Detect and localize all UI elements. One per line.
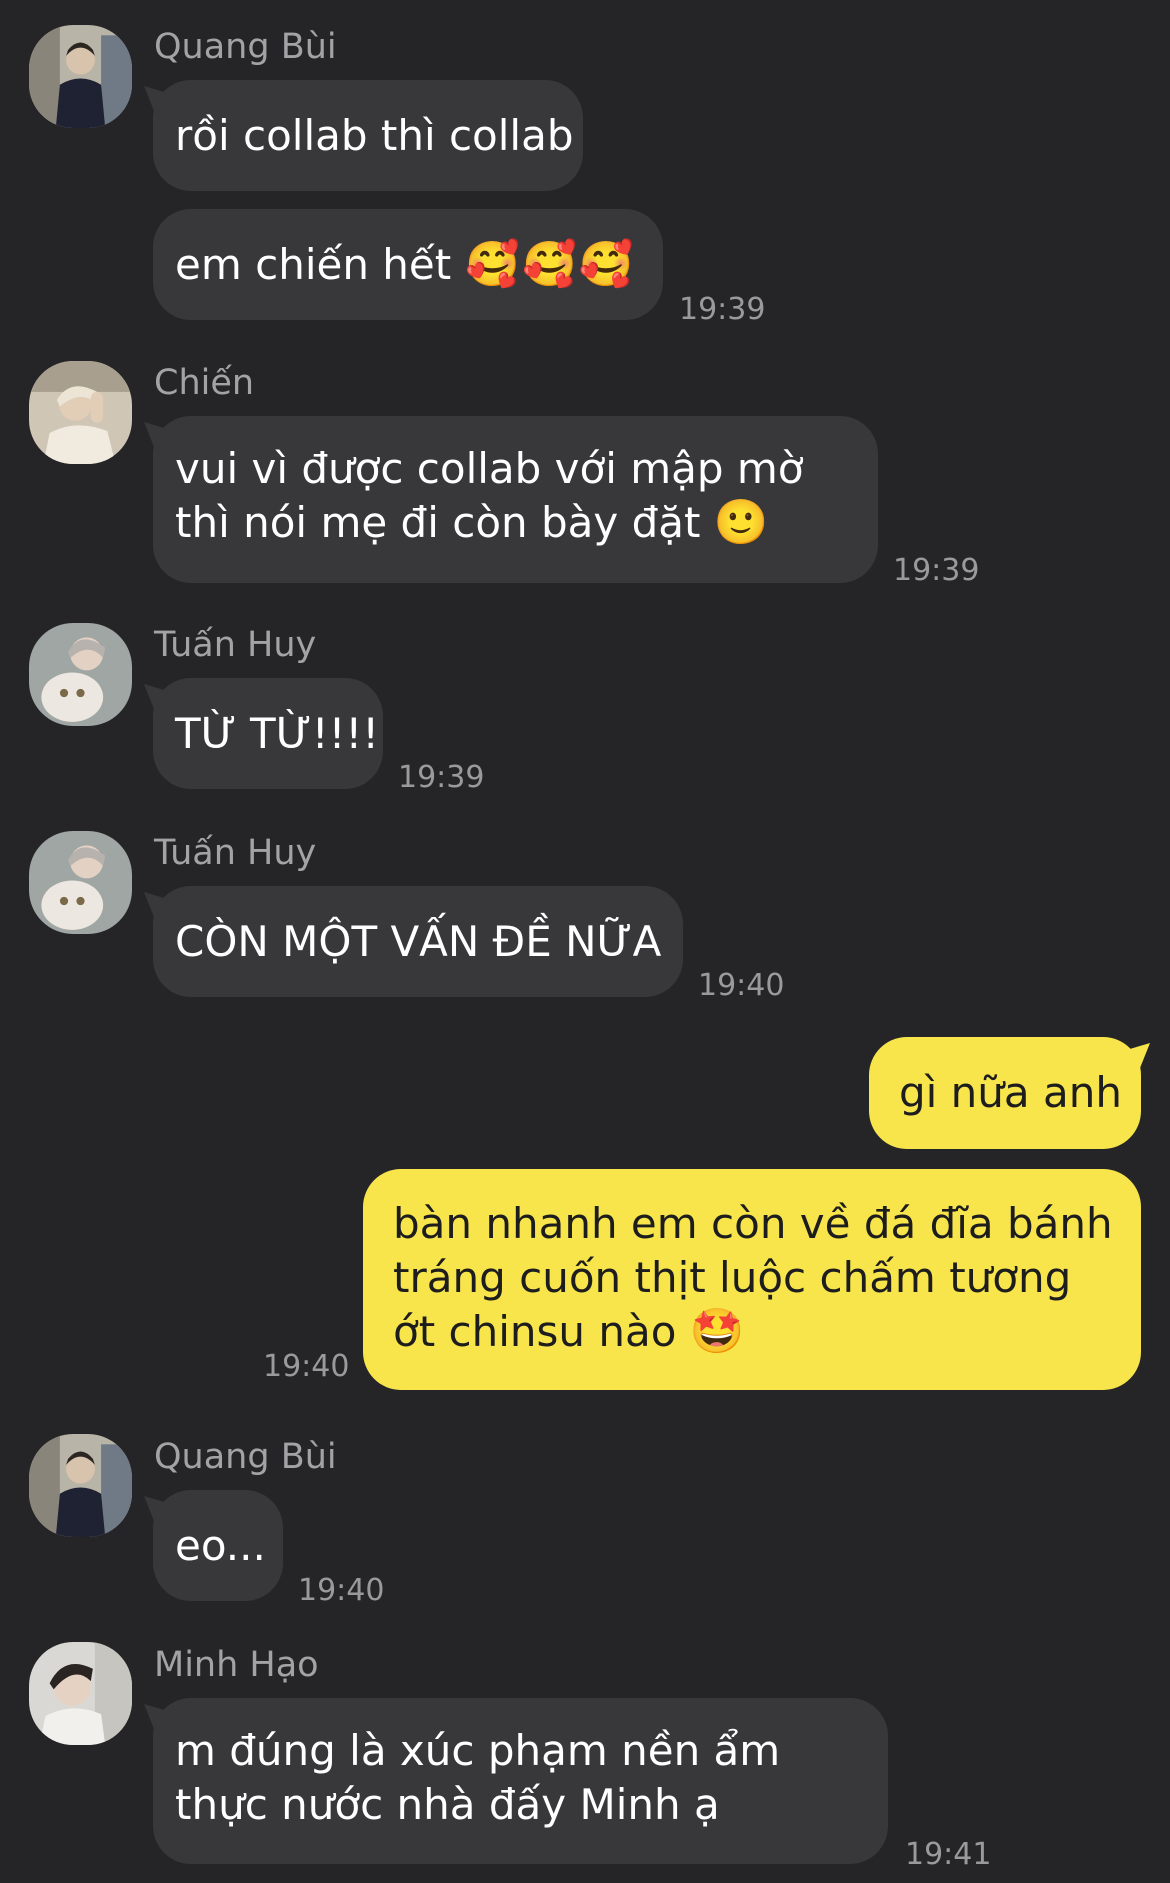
message-bubble[interactable]: em chiến hết 🥰🥰🥰 (153, 209, 663, 320)
message-bubble[interactable]: m đúng là xúc phạm nền ẩm thực nước nhà … (153, 1698, 888, 1864)
message-timestamp: 19:39 (679, 292, 766, 327)
avatar-tuan-huy-image (29, 623, 132, 726)
avatar-tuan-huy[interactable] (29, 623, 132, 726)
avatar-minh-hao[interactable] (29, 1642, 132, 1745)
message-bubble[interactable]: TỪ TỪ!!!! (153, 678, 383, 789)
message-timestamp: 19:40 (263, 1349, 350, 1384)
avatar-chien[interactable] (29, 361, 132, 464)
avatar-quang-bui-image (29, 25, 132, 128)
slightly-smiling-emoji: 🙂 (713, 497, 771, 548)
sender-name: Chiến (154, 363, 255, 403)
avatar-minh-hao-image (29, 1642, 132, 1745)
message-bubble-outgoing[interactable]: gì nữa anh (869, 1037, 1141, 1149)
avatar-quang-bui[interactable] (29, 1434, 132, 1537)
message-bubble[interactable]: eo... (153, 1490, 283, 1601)
message-text: eo... (175, 1520, 266, 1570)
sender-name: Quang Bùi (154, 27, 337, 67)
message-bubble[interactable]: CÒN MỘT VẤN ĐỀ NỮA (153, 886, 683, 997)
message-timestamp: 19:40 (698, 968, 785, 1003)
avatar-tuan-huy[interactable] (29, 831, 132, 934)
avatar-quang-bui-image (29, 1434, 132, 1537)
star-struck-emoji: 🤩 (689, 1306, 747, 1357)
smiling-hearts-emoji: 🥰🥰🥰 (465, 238, 636, 290)
sender-name: Quang Bùi (154, 1437, 337, 1477)
message-bubble[interactable]: rồi collab thì collab (153, 80, 583, 191)
sender-name: Minh Hạo (154, 1645, 319, 1685)
message-text: TỪ TỪ!!!! (175, 708, 380, 758)
avatar-tuan-huy-image (29, 831, 132, 934)
message-text: m đúng là xúc phạm nền ẩm thực nước nhà … (175, 1726, 781, 1829)
sender-name: Tuấn Huy (154, 833, 317, 873)
message-text: rồi collab thì collab (175, 110, 574, 160)
message-timestamp: 19:41 (905, 1837, 992, 1872)
message-bubble-outgoing[interactable]: bàn nhanh em còn về đá đĩa bánh tráng cu… (363, 1169, 1141, 1390)
avatar-chien-image (29, 361, 132, 464)
message-timestamp: 19:40 (298, 1573, 385, 1608)
message-text: CÒN MỘT VẤN ĐỀ NỮA (175, 916, 662, 966)
message-text: vui vì được collab với mập mờ thì nói mẹ… (175, 444, 804, 548)
avatar-quang-bui[interactable] (29, 25, 132, 128)
message-text: em chiến hết (175, 239, 452, 289)
message-bubble[interactable]: vui vì được collab với mập mờ thì nói mẹ… (153, 416, 878, 583)
message-text: bàn nhanh em còn về đá đĩa bánh tráng cu… (393, 1199, 1113, 1357)
message-text: gì nữa anh (899, 1068, 1122, 1117)
message-timestamp: 19:39 (398, 760, 485, 795)
message-timestamp: 19:39 (893, 553, 980, 588)
sender-name: Tuấn Huy (154, 625, 317, 665)
